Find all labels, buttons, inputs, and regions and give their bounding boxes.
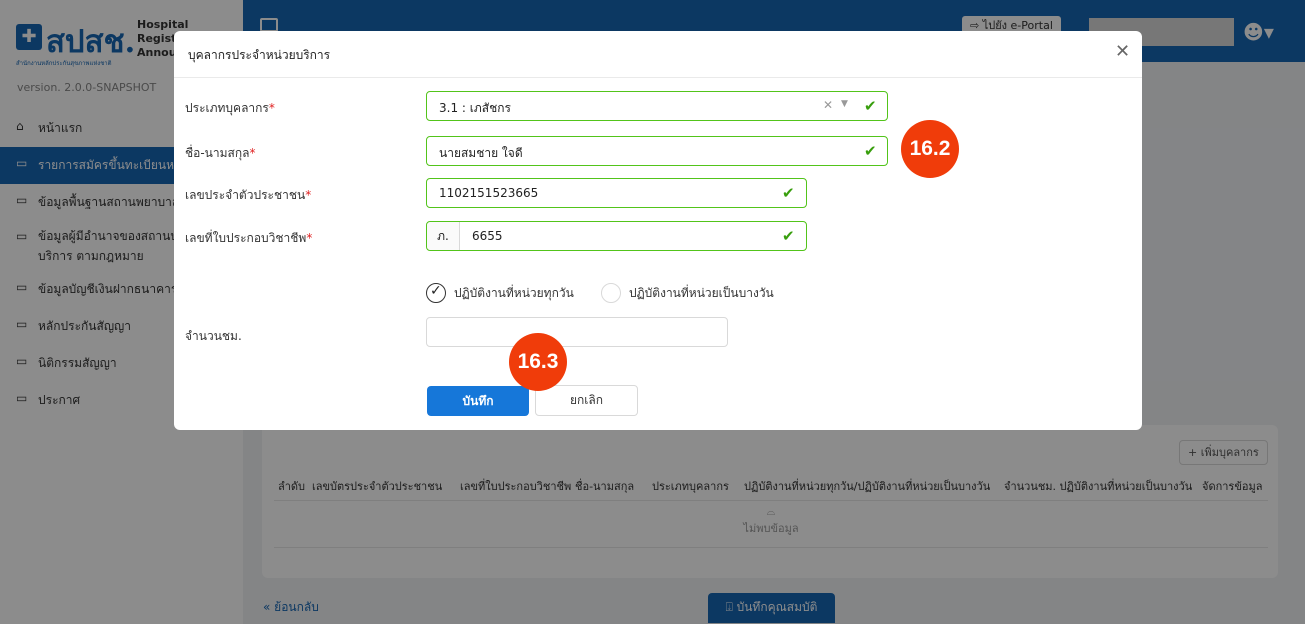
staff-modal: บุคลากรประจำหน่วยบริการ ✕ ประเภทบุคลากร*…: [174, 31, 1142, 430]
staff-type-select[interactable]: 3.1 : เภสัชกร ✕ ▼ ✔: [426, 91, 888, 121]
check-icon: ✔: [864, 142, 877, 160]
fullname-value: นายสมชาย ใจดี: [439, 146, 523, 160]
radio-label: ปฏิบัติงานที่หน่วยทุกวัน: [454, 285, 574, 300]
fullname-label: ชื่อ-นามสกุล*: [185, 146, 256, 160]
license-field[interactable]: ภ. 6655 ✔: [426, 221, 807, 251]
radio-every-day[interactable]: ✓ ปฏิบัติงานที่หน่วยทุกวัน: [426, 283, 574, 303]
workday-radio-group: ✓ ปฏิบัติงานที่หน่วยทุกวัน ปฏิบัติงานที่…: [426, 283, 1026, 307]
check-icon: ✔: [782, 184, 795, 202]
license-value: 6655: [472, 229, 503, 243]
fullname-field[interactable]: นายสมชาย ใจดี ✔: [426, 136, 888, 166]
staff-type-row: ประเภทบุคลากร* 3.1 : เภสัชกร ✕ ▼ ✔: [174, 91, 1142, 123]
chevron-down-icon[interactable]: ▼: [841, 99, 848, 109]
license-label: เลขที่ใบประกอบวิชาชีพ*: [185, 231, 313, 245]
citizen-id-field[interactable]: 1102151523665 ✔: [426, 178, 807, 208]
save-button[interactable]: บันทึก: [427, 386, 529, 416]
fullname-row: ชื่อ-นามสกุล* นายสมชาย ใจดี ✔: [174, 136, 1142, 168]
radio-unchecked-icon[interactable]: [601, 283, 621, 303]
citizen-id-label: เลขประจำตัวประชาชน*: [185, 188, 312, 202]
check-icon: ✔: [782, 227, 795, 245]
modal-title: บุคลากรประจำหน่วยบริการ: [188, 48, 331, 62]
license-prefix: ภ.: [427, 222, 460, 250]
clear-icon[interactable]: ✕: [823, 98, 833, 112]
step-badge: 16.3: [509, 333, 567, 391]
radio-label: ปฏิบัติงานที่หน่วยเป็นบางวัน: [629, 285, 774, 300]
radio-checked-icon[interactable]: ✓: [426, 283, 446, 303]
check-icon: ✔: [864, 97, 877, 115]
close-icon[interactable]: ✕: [1115, 43, 1130, 61]
hours-label: จำนวนชม.: [185, 329, 242, 343]
cancel-button[interactable]: ยกเลิก: [535, 385, 638, 416]
license-row: เลขที่ใบประกอบวิชาชีพ* ภ. 6655 ✔: [174, 221, 1142, 253]
staff-type-value: 3.1 : เภสัชกร: [439, 101, 511, 115]
hours-field[interactable]: [426, 317, 728, 347]
modal-header: บุคลากรประจำหน่วยบริการ ✕: [174, 31, 1142, 78]
hours-row: จำนวนชม.: [174, 317, 1142, 349]
radio-some-days[interactable]: ปฏิบัติงานที่หน่วยเป็นบางวัน: [601, 283, 774, 303]
citizen-id-row: เลขประจำตัวประชาชน* 1102151523665 ✔: [174, 178, 1142, 210]
step-badge: 16.2: [901, 120, 959, 178]
staff-type-label: ประเภทบุคลากร*: [185, 101, 275, 115]
citizen-id-value: 1102151523665: [439, 186, 539, 200]
